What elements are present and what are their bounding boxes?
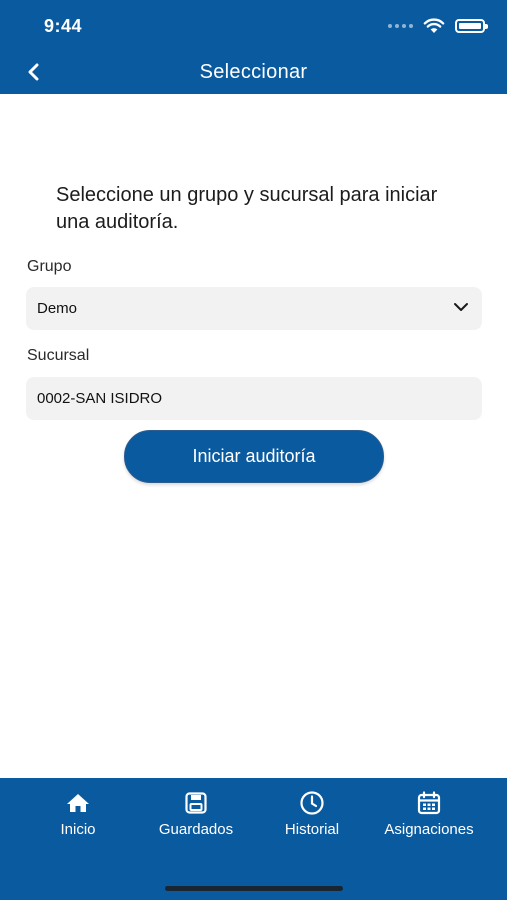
- battery-icon: [455, 19, 488, 33]
- status-icons: [388, 18, 488, 34]
- app-header: 9:44 Seleccionar: [0, 0, 507, 94]
- sucursal-field[interactable]: 0002-SAN ISIDRO: [26, 377, 482, 420]
- page-title: Seleccionar: [199, 61, 308, 83]
- status-bar: 9:44: [0, 0, 507, 50]
- wifi-icon: [423, 18, 445, 33]
- nav-bar: Seleccionar: [0, 52, 507, 94]
- tab-label: Inicio: [60, 821, 96, 838]
- tab-inicio[interactable]: Inicio: [40, 790, 116, 838]
- start-audit-button[interactable]: Iniciar auditoría: [124, 430, 384, 483]
- signal-icon: [388, 24, 413, 28]
- clock-icon: [299, 790, 325, 816]
- sucursal-value: 0002-SAN ISIDRO: [37, 390, 163, 407]
- tab-guardados[interactable]: Guardados: [146, 790, 246, 838]
- tab-historial[interactable]: Historial: [272, 790, 352, 838]
- home-indicator[interactable]: [165, 886, 343, 891]
- grupo-label: Grupo: [27, 258, 72, 275]
- tab-bar: Inicio Guardados Historial Asignaciones: [0, 778, 507, 900]
- calendar-icon: [416, 790, 442, 816]
- grupo-select[interactable]: Demo: [26, 287, 482, 330]
- home-icon: [65, 790, 91, 816]
- sucursal-label: Sucursal: [27, 347, 90, 364]
- save-icon: [183, 790, 209, 816]
- chevron-down-icon: [454, 303, 468, 311]
- tab-label: Historial: [284, 821, 340, 838]
- tab-label: Asignaciones: [384, 821, 474, 838]
- tab-label: Guardados: [158, 821, 234, 838]
- tab-asignaciones[interactable]: Asignaciones: [370, 790, 488, 838]
- intro-text: Seleccione un grupo y sucursal para inic…: [56, 184, 438, 233]
- status-time: 9:44: [44, 16, 83, 36]
- grupo-value: Demo: [37, 300, 78, 317]
